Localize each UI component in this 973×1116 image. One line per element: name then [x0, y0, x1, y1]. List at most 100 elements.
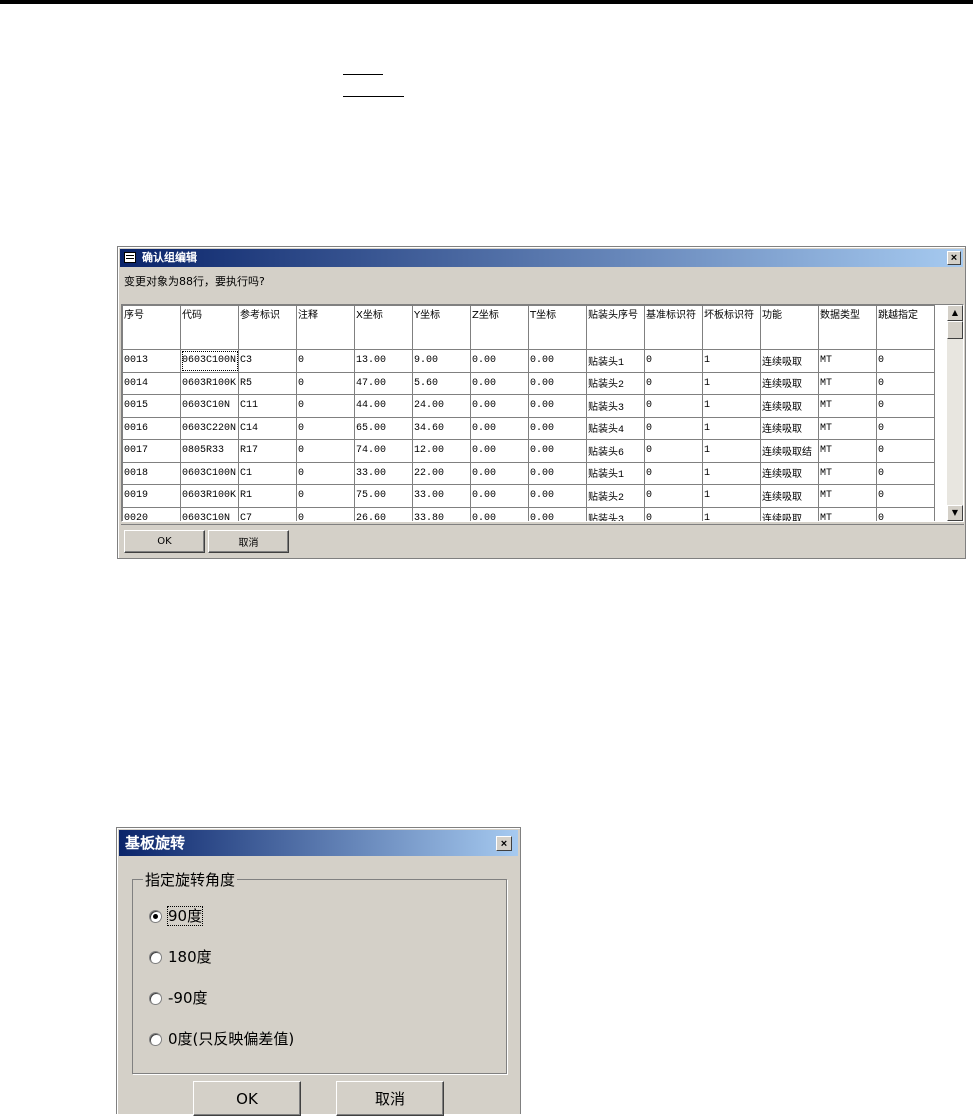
table-cell[interactable]: 0.00	[528, 461, 587, 485]
row-number-cell[interactable]: 0017	[122, 439, 181, 463]
table-cell[interactable]: 1	[702, 484, 761, 508]
table-cell[interactable]: 0603C10N	[180, 506, 239, 521]
table-cell[interactable]: 0	[644, 394, 703, 418]
table-cell[interactable]: 贴装头3	[586, 394, 645, 418]
table-row[interactable]: 0015 0603C10N C11 0 44.00 24.00 0.00 0.00 贴装头3 0 1…	[122, 394, 935, 418]
table-row[interactable]: 0019 0603R100K R1 0 75.00 33.00 0.00 0.00 贴装头2 0 1…	[122, 484, 935, 508]
table-cell[interactable]: 9.00	[412, 349, 471, 373]
table-cell[interactable]: 连续吸取	[760, 461, 819, 485]
table-cell[interactable]: 33.00	[412, 484, 471, 508]
radio-button-icon[interactable]	[149, 1033, 162, 1046]
column-header[interactable]: 坏板标识符	[702, 305, 761, 350]
column-header[interactable]: Y坐标	[412, 305, 471, 350]
table-cell[interactable]: 1	[702, 506, 761, 521]
table-cell[interactable]: 1	[702, 371, 761, 395]
table-cell[interactable]: 连续吸取结	[760, 439, 819, 463]
table-cell[interactable]: 0603R100K	[180, 484, 239, 508]
table-cell[interactable]: 连续吸取	[760, 349, 819, 373]
cancel-button[interactable]: 取消	[336, 1081, 444, 1116]
column-header[interactable]: 贴装头序号	[586, 305, 645, 350]
table-cell[interactable]: 贴装头6	[586, 439, 645, 463]
table-cell[interactable]: 0	[644, 416, 703, 440]
row-number-cell[interactable]: 0019	[122, 484, 181, 508]
table-cell[interactable]: 33.00	[354, 461, 413, 485]
table-cell[interactable]: 0	[296, 416, 355, 440]
row-number-cell[interactable]: 0013	[122, 349, 181, 373]
table-cell[interactable]: MT	[818, 394, 877, 418]
close-button[interactable]: ×	[496, 836, 512, 851]
table-cell[interactable]: 连续吸取	[760, 416, 819, 440]
option-minus-90[interactable]: -90度	[149, 988, 208, 1008]
table-cell[interactable]: 0	[296, 371, 355, 395]
column-header[interactable]: 数据类型	[818, 305, 877, 350]
table-cell[interactable]: 24.00	[412, 394, 471, 418]
table-cell[interactable]: 0	[644, 349, 703, 373]
column-header[interactable]: 代码	[180, 305, 239, 350]
table-cell[interactable]: MT	[818, 439, 877, 463]
table-row[interactable]: 0016 0603C220N C14 0 65.00 34.60 0.00 0.00 贴装头4 0…	[122, 416, 935, 440]
window-menu-icon[interactable]	[124, 252, 136, 263]
table-cell[interactable]: 0603C10N	[180, 394, 239, 418]
table-cell[interactable]: 1	[702, 416, 761, 440]
option-0-offset[interactable]: 0度(只反映偏差值)	[149, 1029, 294, 1049]
scroll-thumb[interactable]	[947, 321, 963, 339]
table-cell[interactable]: 33.80	[412, 506, 471, 521]
table-row[interactable]: 0014 0603R100K R5 0 47.00 5.60 0.00 0.00 贴装头2 0 1 连…	[122, 371, 935, 395]
table-cell[interactable]: 22.00	[412, 461, 471, 485]
column-header[interactable]: 注释	[296, 305, 355, 350]
table-cell[interactable]: C3	[238, 349, 297, 373]
table-cell[interactable]: 75.00	[354, 484, 413, 508]
table-cell[interactable]: MT	[818, 371, 877, 395]
table-cell[interactable]: 0.00	[528, 349, 587, 373]
table-cell[interactable]: 47.00	[354, 371, 413, 395]
table-cell[interactable]: C14	[238, 416, 297, 440]
table-cell[interactable]: 0.00	[470, 371, 529, 395]
row-number-cell[interactable]: 0018	[122, 461, 181, 485]
table-cell[interactable]: 0	[876, 461, 935, 485]
scroll-down-icon[interactable]: ▼	[947, 505, 963, 521]
row-number-cell[interactable]: 0014	[122, 371, 181, 395]
table-cell[interactable]: MT	[818, 416, 877, 440]
table-cell[interactable]: 12.00	[412, 439, 471, 463]
table-cell[interactable]: 0	[876, 349, 935, 373]
table-cell[interactable]: 1	[702, 461, 761, 485]
table-cell[interactable]: 0	[644, 484, 703, 508]
table-cell[interactable]: 0603R100K	[180, 371, 239, 395]
table-cell[interactable]: 0.00	[528, 371, 587, 395]
row-number-cell[interactable]: 0015	[122, 394, 181, 418]
column-header[interactable]: 功能	[760, 305, 819, 350]
radio-button-icon[interactable]	[149, 951, 162, 964]
table-cell[interactable]: 0.00	[528, 416, 587, 440]
column-header[interactable]: 基准标识符	[644, 305, 703, 350]
table-cell[interactable]: R5	[238, 371, 297, 395]
table-cell[interactable]: 0603C100N	[180, 349, 239, 373]
table-cell[interactable]: 贴装头4	[586, 416, 645, 440]
table-cell[interactable]: MT	[818, 349, 877, 373]
table-cell[interactable]: R1	[238, 484, 297, 508]
table-cell[interactable]: 1	[702, 394, 761, 418]
table-cell[interactable]: 连续吸取	[760, 506, 819, 521]
table-cell[interactable]: 34.60	[412, 416, 471, 440]
table-cell[interactable]: C1	[238, 461, 297, 485]
table-cell[interactable]: 0	[876, 416, 935, 440]
column-header[interactable]: Z坐标	[470, 305, 529, 350]
column-header[interactable]: 跳越指定	[876, 305, 935, 350]
table-cell[interactable]: 26.60	[354, 506, 413, 521]
radio-button-icon[interactable]	[149, 910, 162, 923]
table-cell[interactable]: 0.00	[528, 484, 587, 508]
table-cell[interactable]: 1	[702, 439, 761, 463]
table-cell[interactable]: 0.00	[470, 349, 529, 373]
table-cell[interactable]: 贴装头3	[586, 506, 645, 521]
table-cell[interactable]: 0	[644, 461, 703, 485]
table-cell[interactable]: 贴装头2	[586, 484, 645, 508]
table-cell[interactable]: 连续吸取	[760, 484, 819, 508]
table-cell[interactable]: 1	[702, 349, 761, 373]
table-cell[interactable]: 贴装头2	[586, 371, 645, 395]
table-cell[interactable]: C7	[238, 506, 297, 521]
table-row[interactable]: 0017 0805R33 R17 0 74.00 12.00 0.00 0.00 贴装头6 0 1 连…	[122, 439, 935, 463]
table-cell[interactable]: 贴装头1	[586, 349, 645, 373]
radio-button-icon[interactable]	[149, 992, 162, 1005]
row-number-cell[interactable]: 0020	[122, 506, 181, 521]
table-cell[interactable]: 0	[644, 439, 703, 463]
column-header[interactable]: 参考标识	[238, 305, 297, 350]
